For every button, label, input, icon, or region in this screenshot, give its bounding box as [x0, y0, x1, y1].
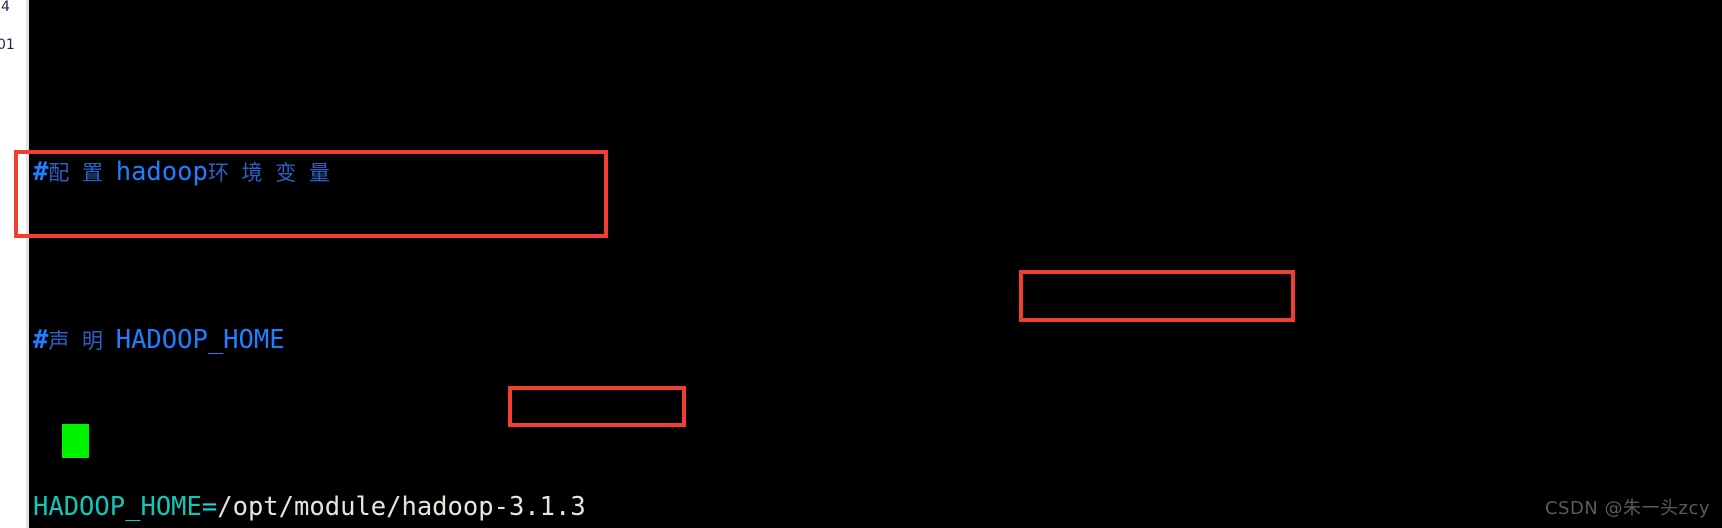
comment-hash-icon: # — [33, 324, 49, 355]
comment-text-latin: HADOOP_HOME — [115, 324, 285, 355]
gutter-divider — [26, 0, 29, 528]
gutter-mark-top: 4 — [1, 0, 10, 15]
comment-text-cjk-2: 环 境 变 量 — [207, 161, 333, 185]
code-line-assign-hadoop-home: HADOOP_HOME=/opt/module/hadoop-3.1.3 — [33, 491, 1713, 525]
code-line-comment-declare-hadoop-home: #声 明 HADOOP_HOME — [33, 324, 1713, 358]
gutter-mark-second: 01 — [0, 37, 15, 53]
page-gutter — [0, 0, 26, 528]
terminal-cursor — [62, 424, 89, 458]
code-line-comment-hadoop-env: #配 置 hadoop环 境 变 量 — [33, 156, 1713, 190]
screenshot-root: 4 01 #配 置 hadoop环 境 变 量 #声 明 HADOOP_HOME… — [0, 0, 1722, 528]
comment-text-cjk: 配 置 — [48, 161, 116, 185]
comment-hash-icon: # — [33, 157, 49, 187]
equals-sign: = — [201, 492, 218, 522]
terminal-window[interactable]: #配 置 hadoop环 境 变 量 #声 明 HADOOP_HOME HADO… — [29, 0, 1722, 528]
comment-text-latin: hadoop — [115, 157, 208, 187]
code-block[interactable]: #配 置 hadoop环 境 变 量 #声 明 HADOOP_HOME HADO… — [33, 22, 1713, 528]
variable-name: HADOOP_HOME — [33, 492, 202, 522]
variable-value: /opt/module/hadoop-3.1.3 — [217, 492, 586, 522]
comment-text-cjk: 声 明 — [48, 328, 116, 353]
watermark: CSDN @朱一头zcy — [1544, 498, 1710, 519]
